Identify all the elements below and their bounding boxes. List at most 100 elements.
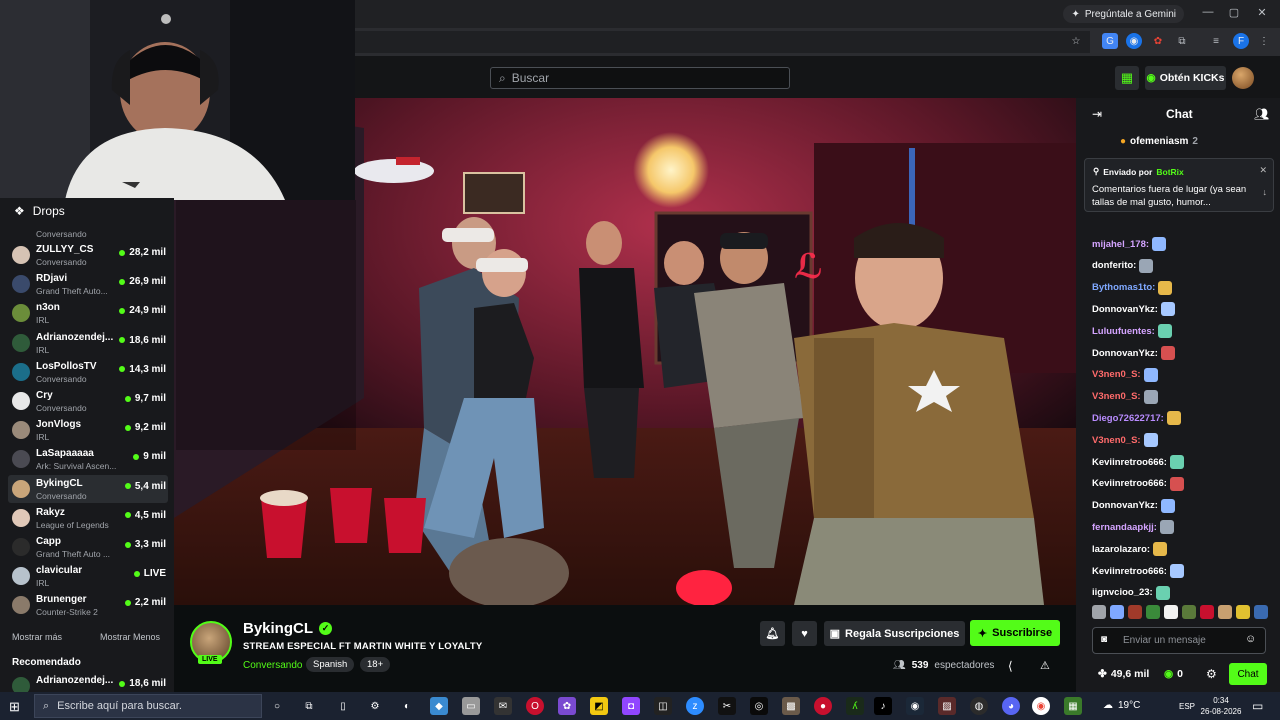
chat-message[interactable]: V3nen0_S: — [1092, 433, 1158, 448]
settings-app-icon[interactable]: ⚙ — [366, 697, 384, 715]
collapse-chat-icon[interactable]: ⇥ — [1092, 107, 1102, 121]
file-icon[interactable]: ▯ — [334, 697, 352, 715]
channel-points[interactable]: ✤ 49,6 mil — [1098, 668, 1149, 680]
sidebar-channel-item[interactable]: LosPollosTV Conversando 14,3 mil — [8, 358, 168, 386]
chat-username[interactable]: iignvcioo_23: — [1092, 587, 1153, 598]
app-icon[interactable]: ▨ — [938, 697, 956, 715]
chat-message[interactable]: Keviinretroo666: — [1092, 455, 1184, 469]
user-avatar[interactable] — [1232, 67, 1254, 89]
sidebar-channel-item[interactable]: n3on IRL 24,9 mil — [8, 299, 168, 327]
sidebar-channel-item[interactable]: JonVlogs IRL 9,2 mil — [8, 416, 168, 444]
app-icon[interactable]: ◆ — [430, 697, 448, 715]
chat-message[interactable]: lazarolazaro: — [1092, 542, 1168, 557]
app-icon[interactable]: ◩ — [590, 697, 608, 715]
chat-message[interactable]: Keviinretroo666: — [1092, 476, 1184, 491]
chat-username[interactable]: Keviinretroo666: — [1092, 566, 1167, 577]
chrome-icon[interactable]: ◉ — [1032, 697, 1050, 715]
steam-icon[interactable]: ◉ — [906, 697, 924, 715]
kick-menu-button[interactable]: ▦ — [1115, 66, 1139, 90]
taskbar-search[interactable]: ⌕ Escribe aquí para buscar. — [34, 694, 262, 718]
chat-username[interactable]: Keviinretroo666: — [1092, 457, 1167, 468]
app-icon[interactable]: ◍ — [970, 697, 988, 715]
twitch-icon[interactable]: ◘ — [622, 697, 640, 715]
chat-send-button[interactable]: Chat — [1229, 663, 1267, 685]
chat-message-input[interactable]: Enviar un mensaje — [1092, 627, 1266, 654]
share-icon[interactable]: ⟨ — [1008, 659, 1013, 673]
sidebar-channel-item[interactable]: Rakyz League of Legends 4,5 mil — [8, 504, 168, 532]
kicks-balance[interactable]: ◉ 0 — [1164, 668, 1183, 680]
tiktok-icon[interactable]: ♪ — [874, 697, 892, 715]
show-less-link[interactable]: Mostrar Menos — [100, 632, 160, 642]
discord-icon[interactable]: ◕ — [1002, 697, 1020, 715]
chat-message[interactable]: DonnovanYkz: — [1092, 498, 1175, 513]
report-icon[interactable]: ⚠ — [1040, 659, 1050, 672]
app-icon[interactable]: ● — [814, 697, 832, 715]
extension-red-icon[interactable]: ✿ — [1150, 33, 1166, 49]
sidebar-channel-item[interactable]: LaSapaaaaa Ark: Survival Ascen... 9 mil — [8, 445, 168, 473]
chat-username[interactable]: DonnovanYkz: — [1092, 304, 1158, 315]
app-icon[interactable]: ◐ — [398, 697, 416, 715]
subscribe-button[interactable]: ✦ Suscribirse — [970, 620, 1060, 646]
chat-message[interactable]: Luluufuentes: — [1092, 324, 1172, 339]
chat-settings-icon[interactable]: ⚙ — [1206, 667, 1217, 681]
chat-username[interactable]: Keviinretroo666: — [1092, 478, 1167, 489]
chat-username[interactable]: mijahel_178: — [1092, 239, 1149, 250]
unpin-icon[interactable]: ✕ — [1259, 165, 1267, 176]
chat-username[interactable]: Diego72622717: — [1092, 413, 1164, 424]
chat-message[interactable]: Bythomas1to: — [1092, 280, 1173, 295]
taskbar-weather[interactable]: ☁ 19°C — [1103, 700, 1140, 711]
show-more-link[interactable]: Mostrar más — [12, 632, 62, 642]
app-icon[interactable]: ✉ — [494, 697, 512, 715]
chat-message[interactable]: DonnovanYkz: — [1092, 346, 1175, 360]
chat-message[interactable]: Keviinretroo666: — [1092, 564, 1184, 578]
stream-category-link[interactable]: Conversando — [243, 660, 302, 671]
task-view-icon[interactable]: ⧉ — [300, 697, 318, 715]
chat-username[interactable]: DonnovanYkz: — [1092, 348, 1158, 359]
chat-username[interactable]: fernandaapkjj: — [1092, 522, 1157, 533]
gemini-button[interactable]: ✦ Pregúntale a Gemini — [1063, 5, 1184, 23]
bookmark-star-icon[interactable]: ☆ — [1068, 33, 1084, 49]
minecraft-icon[interactable]: ▦ — [1064, 697, 1082, 715]
chat-username[interactable]: Luluufuentes: — [1092, 326, 1155, 337]
sidebar-channel-item[interactable]: clavicular IRL LIVE — [8, 562, 168, 590]
chat-username[interactable]: Bythomas1to: — [1092, 282, 1155, 293]
sidebar-channel-item[interactable]: Capp Grand Theft Auto ... 3,3 mil — [8, 533, 168, 561]
chat-username[interactable]: lazarolazaro: — [1092, 544, 1150, 555]
expand-pinned-icon[interactable]: ↓ — [1263, 187, 1268, 197]
chat-username[interactable]: V3nen0_S: — [1092, 391, 1141, 402]
extension-icon[interactable]: ◉ — [1126, 33, 1142, 49]
chat-message[interactable]: iignvcioo_23: — [1092, 585, 1170, 600]
emoji-icon[interactable]: ☺ — [1245, 633, 1256, 645]
sidebar-channel-item[interactable]: BykingCL Conversando 5,4 mil — [8, 474, 168, 503]
capcut-icon[interactable]: ✂ — [718, 697, 736, 715]
chat-message[interactable]: fernandaapkjj: — [1092, 520, 1174, 535]
search-input[interactable]: ⌕ Buscar — [490, 67, 790, 89]
sidebar-channel-item[interactable]: Brunenger Counter-Strike 2 2,2 mil — [8, 591, 168, 619]
opera-icon[interactable]: O — [526, 697, 544, 715]
sidebar-channel-item[interactable]: ZULLYY_CS Conversando 28,2 mil — [8, 241, 168, 269]
app-icon[interactable]: ◎ — [750, 697, 768, 715]
notifications-button[interactable]: 🔔︎ — [760, 621, 785, 646]
chat-message[interactable]: V3nen0_S: — [1092, 367, 1158, 382]
copilot-icon[interactable]: ✿ — [558, 697, 576, 715]
chat-message[interactable]: DonnovanYkz: — [1092, 302, 1175, 317]
gift-subs-button[interactable]: ▣ Regala Suscripciones — [824, 621, 965, 646]
minimize-button[interactable]: — — [1194, 6, 1222, 18]
chat-message[interactable]: mijahel_178: — [1092, 237, 1167, 251]
profile-avatar[interactable]: F — [1233, 33, 1249, 49]
streamer-name[interactable]: BykingCL ✓ — [243, 620, 333, 637]
app-icon[interactable]: ʎ — [846, 697, 864, 715]
emote-bar[interactable] — [1092, 605, 1268, 621]
sidebar-channel-item[interactable]: Adrianozendej... IRL 18,6 mil — [8, 329, 168, 357]
close-window-button[interactable]: ✕ — [1248, 6, 1276, 19]
chat-username[interactable]: donferito: — [1092, 260, 1136, 271]
reading-list-icon[interactable]: ≡ — [1208, 33, 1224, 49]
chat-message[interactable]: donferito: — [1092, 258, 1154, 273]
drops-header[interactable]: ❖ Drops — [14, 204, 65, 218]
chat-username[interactable]: V3nen0_S: — [1092, 435, 1141, 446]
cortana-icon[interactable]: ○ — [268, 697, 286, 715]
chat-username[interactable]: V3nen0_S: — [1092, 369, 1141, 380]
tag-mature[interactable]: 18+ — [360, 657, 391, 672]
windows-start-icon[interactable]: ⊞ — [9, 699, 20, 715]
sidebar-channel-item[interactable]: Cry Conversando 9,7 mil — [8, 387, 168, 415]
